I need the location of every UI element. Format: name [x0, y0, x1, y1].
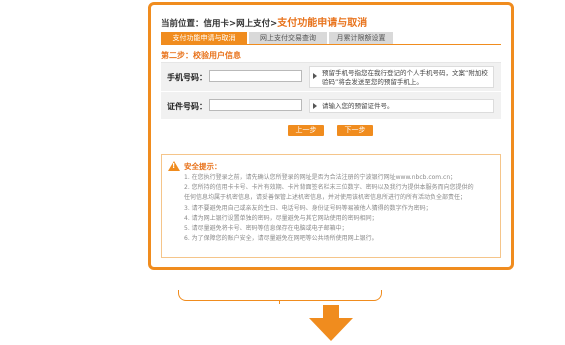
- security-tips-box: ! 安全提示： 1. 在您执行登录之前，请先确认您所登录的网址是否为合法注册的宁…: [161, 154, 501, 258]
- id-number-input[interactable]: [209, 99, 302, 111]
- breadcrumb: 当前位置：信用卡>网上支付>支付功能申请与取消: [161, 14, 367, 29]
- tab-underline: [161, 44, 501, 45]
- page-title: 支付功能申请与取消: [277, 18, 368, 29]
- warning-icon: !: [168, 161, 180, 171]
- security-item: 6. 为了保障您的账户安全，请尽量避免在网吧等公共场所使用网上银行。: [184, 235, 378, 243]
- breadcrumb-path: 当前位置：信用卡>网上支付>: [161, 19, 278, 29]
- tab-apply-cancel[interactable]: 支付功能申请与取消: [161, 32, 247, 44]
- security-item: 2. 您所持的信用卡卡号、卡片有效期、卡片背面签名栏末三位数字、密码以及我行为提…: [184, 184, 474, 192]
- security-list: 1. 在您执行登录之前，请先确认您所登录的网址是否为合法注册的宁波银行网址www…: [184, 173, 496, 244]
- bullet-arrow-icon: [313, 73, 317, 79]
- phone-input[interactable]: [209, 70, 302, 82]
- tab-bar: 支付功能申请与取消 网上支付交易查询 月累计限额设置: [161, 32, 501, 44]
- phone-hint: 预留手机号指您在我行登记的个人手机号码，文案“附加校验码”将会发送至您的预留手机…: [309, 66, 494, 88]
- prev-step-button[interactable]: 上一步: [288, 125, 324, 136]
- down-arrow-icon: [323, 305, 339, 319]
- phone-label: 手机号码：: [167, 73, 207, 82]
- down-arrow-head-icon: [309, 318, 353, 341]
- next-step-button[interactable]: 下一步: [337, 125, 373, 136]
- bracket-tick: [279, 300, 280, 304]
- verification-form: 手机号码： 预留手机号指您在我行登记的个人手机号码，文案“附加校验码”将会发送至…: [161, 63, 501, 119]
- step-title: 第二步：校验用户信息: [161, 51, 241, 60]
- tab-transaction-query[interactable]: 网上支付交易查询: [249, 32, 327, 44]
- bullet-arrow-icon: [313, 103, 317, 109]
- id-hint: 请输入您的预留证件号。: [309, 99, 494, 113]
- security-item: 1. 在您执行登录之前，请先确认您所登录的网址是否为合法注册的宁波银行网址www…: [184, 174, 457, 181]
- security-item: 5. 请尽量避免将卡号、密码等信息保存在电脑或电子邮箱中；: [184, 225, 348, 233]
- id-hint-text: 请输入您的预留证件号。: [322, 102, 394, 110]
- tab-monthly-limit[interactable]: 月累计限额设置: [329, 32, 393, 44]
- form-row-id: 证件号码： 请输入您的预留证件号。: [161, 91, 501, 120]
- security-item: 4. 请为网上银行设置单独的密码，尽量避免与其它网站使用的密码相同；: [184, 214, 378, 222]
- form-row-phone: 手机号码： 预留手机号指您在我行登记的个人手机号码，文案“附加校验码”将会发送至…: [161, 63, 501, 91]
- security-item: 任何信息均属于机密信息，请妥善保管上述机密信息，并对使用该机密信息所进行的所有活…: [184, 194, 467, 202]
- bracket-connector: [178, 290, 382, 301]
- security-title: 安全提示：: [184, 162, 222, 171]
- phone-hint-text: 预留手机号指您在我行登记的个人手机号码，文案“附加校验码”将会发送至您的预留手机…: [322, 69, 488, 86]
- id-label: 证件号码：: [167, 102, 207, 111]
- security-item: 3. 请不要避免用自己或亲友的生日、电话号码、身份证号码等易被他人猜得的数字作为…: [184, 204, 432, 212]
- main-panel: 当前位置：信用卡>网上支付>支付功能申请与取消 支付功能申请与取消 网上支付交易…: [148, 2, 514, 270]
